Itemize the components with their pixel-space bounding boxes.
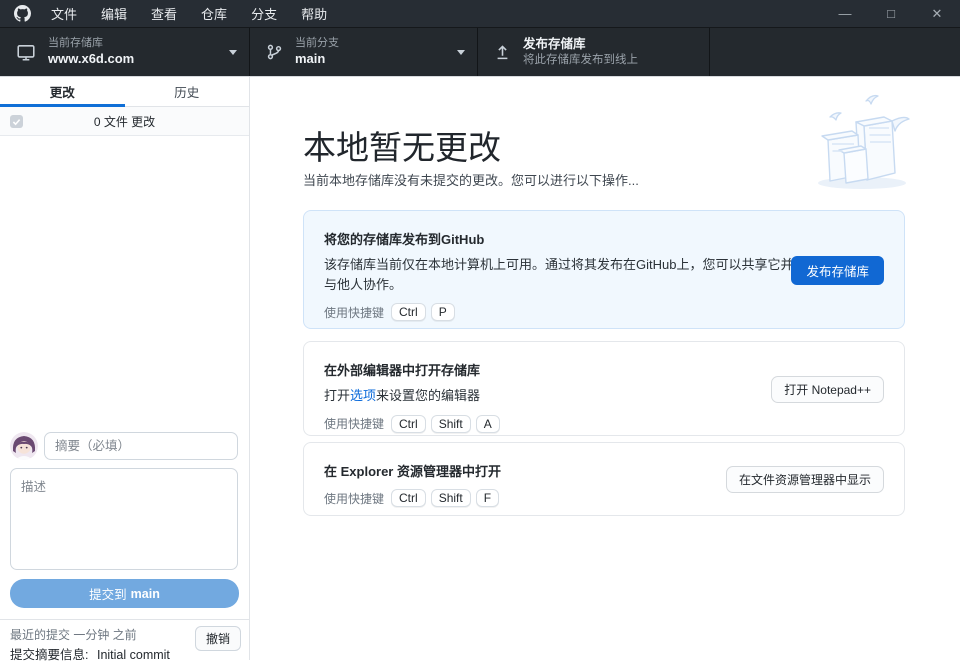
upload-icon bbox=[494, 43, 511, 61]
kbd-ctrl: Ctrl bbox=[391, 415, 426, 433]
monitor-icon bbox=[16, 43, 36, 62]
files-changed-count: 0 文件 更改 bbox=[94, 113, 155, 130]
tab-changes[interactable]: 更改 bbox=[0, 77, 125, 106]
kbd-ctrl: Ctrl bbox=[391, 489, 426, 507]
window-controls: — □ ✕ bbox=[822, 0, 960, 27]
open-in-editor-button[interactable]: 打开 Notepad++ bbox=[771, 376, 884, 403]
page-title: 本地暂无更改 bbox=[303, 121, 501, 169]
undo-button[interactable]: 撤销 bbox=[195, 626, 241, 651]
kbd-p: P bbox=[431, 303, 455, 321]
toolbar: 当前存储库 www.x6d.com 当前分支 main 发布存储库 将 bbox=[0, 28, 960, 77]
card-open-in-explorer: 在 Explorer 资源管理器中打开 使用快捷键 Ctrl Shift F 在… bbox=[303, 442, 905, 516]
current-repository-selector[interactable]: 当前存储库 www.x6d.com bbox=[0, 28, 250, 76]
card-publish-repository: 将您的存储库发布到GitHub 该存储库当前仅在本地计算机上可用。通过将其发布在… bbox=[303, 210, 905, 329]
recent-commit-title: 最近的提交 一分钟 之前 bbox=[10, 626, 137, 643]
suggested-actions: 将您的存储库发布到GitHub 该存储库当前仅在本地计算机上可用。通过将其发布在… bbox=[303, 210, 905, 516]
body-prefix: 打开 bbox=[324, 388, 350, 403]
kbd-a: A bbox=[476, 415, 500, 433]
divider bbox=[0, 619, 249, 620]
minimize-button[interactable]: — bbox=[822, 0, 868, 27]
recent-commit-message: 提交摘要信息: Initial commit bbox=[10, 644, 170, 663]
menu-item-branch[interactable]: 分支 bbox=[239, 0, 289, 27]
shortcut-label: 使用快捷键 bbox=[324, 304, 384, 321]
publish-repository-toolbar-button[interactable]: 发布存储库 将此存储库发布到线上 bbox=[478, 28, 710, 76]
options-link[interactable]: 选项 bbox=[350, 388, 376, 403]
menubar: 文件 编辑 查看 仓库 分支 帮助 — □ ✕ bbox=[0, 0, 960, 28]
commit-description-textarea[interactable] bbox=[10, 468, 238, 570]
current-branch-selector[interactable]: 当前分支 main bbox=[250, 28, 478, 76]
kbd-shift: Shift bbox=[431, 489, 471, 507]
menu-item-edit[interactable]: 编辑 bbox=[89, 0, 139, 27]
avatar bbox=[10, 432, 38, 460]
changes-summary-row: 0 文件 更改 bbox=[0, 107, 249, 136]
shortcut-label: 使用快捷键 bbox=[324, 490, 384, 507]
shortcut-hint: 使用快捷键 Ctrl Shift A bbox=[324, 415, 884, 433]
maximize-button[interactable]: □ bbox=[868, 0, 914, 27]
kbd-shift: Shift bbox=[431, 415, 471, 433]
select-all-checkbox[interactable] bbox=[10, 115, 23, 128]
repository-name: www.x6d.com bbox=[48, 51, 134, 67]
publish-subtitle: 将此存储库发布到线上 bbox=[523, 53, 638, 67]
paper-stack-illustration bbox=[806, 93, 918, 198]
shortcut-label: 使用快捷键 bbox=[324, 415, 384, 432]
publish-repository-button[interactable]: 发布存储库 bbox=[791, 256, 884, 285]
git-branch-icon bbox=[266, 43, 283, 61]
show-in-explorer-button[interactable]: 在文件资源管理器中显示 bbox=[726, 466, 884, 493]
sidebar: 更改 历史 0 文件 更改 提交到 main 最近的提交 一分钟 之前 提交摘要… bbox=[0, 77, 250, 660]
card-body: 该存储库当前仅在本地计算机上可用。通过将其发布在GitHub上，您可以共享它并与… bbox=[324, 255, 802, 294]
shortcut-hint: 使用快捷键 Ctrl P bbox=[324, 303, 884, 321]
main-content: 本地暂无更改 当前本地存储库没有未提交的更改。您可以进行以下操作... bbox=[250, 77, 960, 660]
menu: 文件 编辑 查看 仓库 分支 帮助 bbox=[39, 0, 339, 27]
publish-title: 发布存储库 bbox=[523, 37, 638, 53]
card-title: 将您的存储库发布到GitHub bbox=[324, 229, 884, 248]
page-subtitle: 当前本地存储库没有未提交的更改。您可以进行以下操作... bbox=[303, 170, 639, 189]
card-open-in-editor: 在外部编辑器中打开存储库 打开选项来设置您的编辑器 使用快捷键 Ctrl Shi… bbox=[303, 341, 905, 436]
body-suffix: 来设置您的编辑器 bbox=[376, 388, 480, 403]
sidebar-tabs: 更改 历史 bbox=[0, 77, 249, 107]
menu-item-file[interactable]: 文件 bbox=[39, 0, 89, 27]
menu-item-help[interactable]: 帮助 bbox=[289, 0, 339, 27]
commit-button-branch: main bbox=[131, 587, 160, 601]
tab-history[interactable]: 历史 bbox=[125, 77, 250, 106]
kbd-f: F bbox=[476, 489, 499, 507]
chevron-down-icon bbox=[457, 50, 465, 55]
close-button[interactable]: ✕ bbox=[914, 0, 960, 27]
github-octocat-icon bbox=[14, 5, 31, 22]
chevron-down-icon bbox=[229, 50, 237, 55]
repository-label: 当前存储库 bbox=[48, 37, 134, 51]
branch-name: main bbox=[295, 51, 339, 67]
commit-button-prefix: 提交到 bbox=[89, 584, 127, 603]
commit-summary-input[interactable] bbox=[44, 432, 238, 460]
card-body: 打开选项来设置您的编辑器 bbox=[324, 386, 802, 406]
menu-item-view[interactable]: 查看 bbox=[139, 0, 189, 27]
menu-item-repository[interactable]: 仓库 bbox=[189, 0, 239, 27]
kbd-ctrl: Ctrl bbox=[391, 303, 426, 321]
branch-label: 当前分支 bbox=[295, 37, 339, 51]
commit-to-branch-button[interactable]: 提交到 main bbox=[10, 579, 239, 608]
